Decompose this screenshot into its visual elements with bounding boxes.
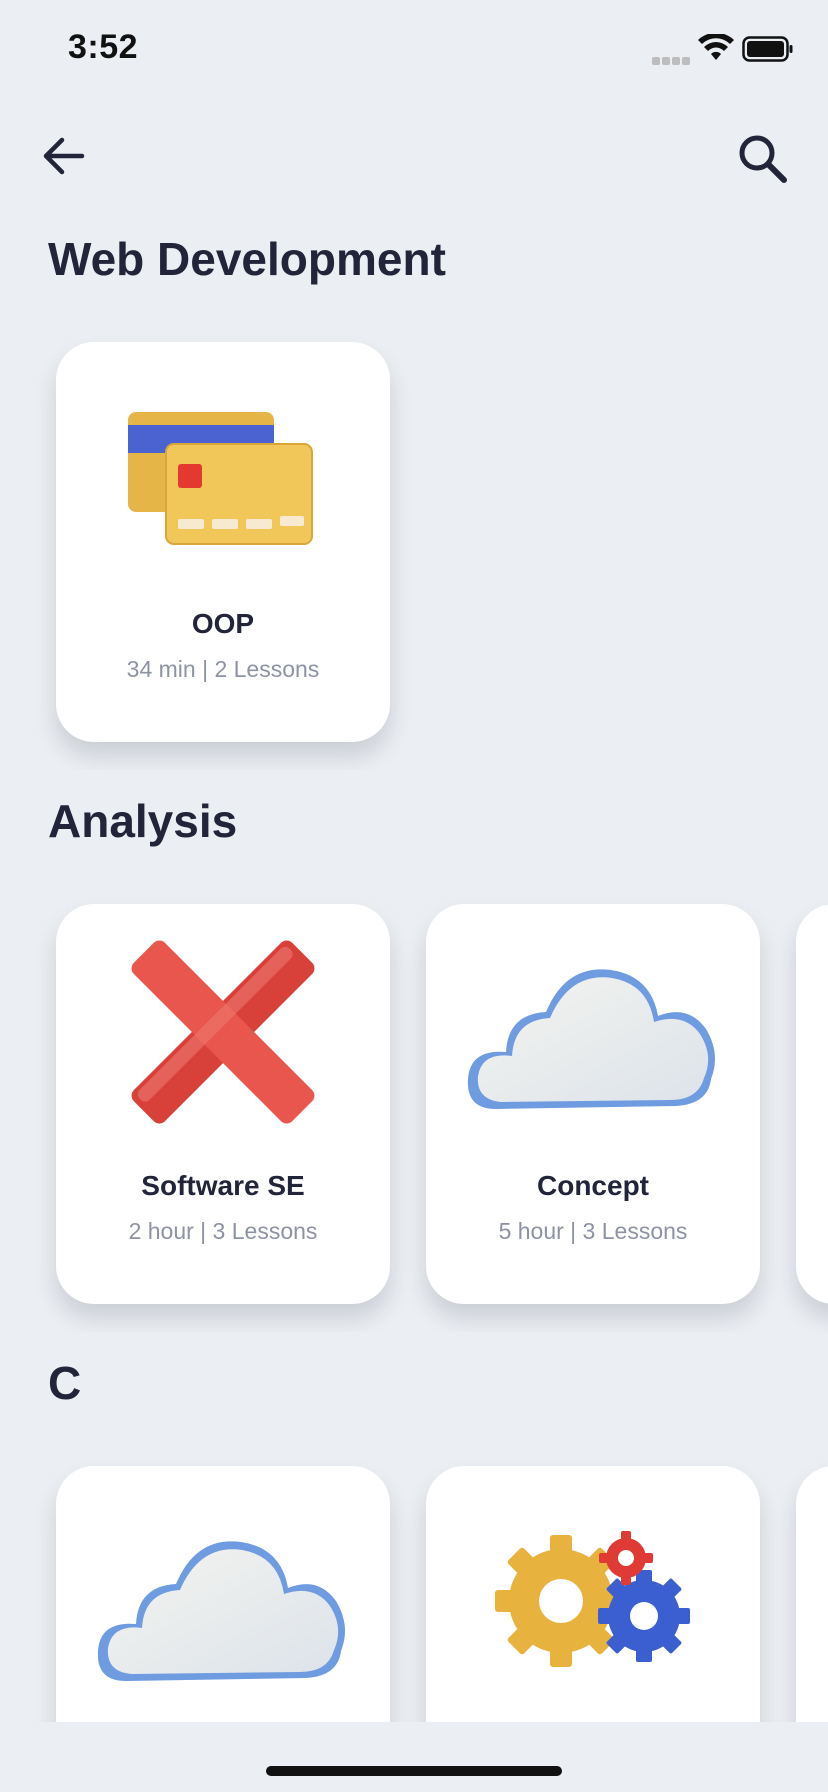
- course-card-software-se[interactable]: Software SE 2 hour | 3 Lessons: [56, 904, 390, 1304]
- course-row-analysis[interactable]: Software SE 2 hour | 3 Lessons Concept 5…: [0, 892, 828, 1332]
- course-meta: 34 min | 2 Lessons: [126, 656, 320, 682]
- home-indicator[interactable]: [266, 1766, 562, 1776]
- battery-icon: [742, 36, 793, 62]
- section-title-web-development: Web Development: [48, 233, 446, 285]
- section-title-c: C: [48, 1357, 82, 1409]
- course-card-cloud[interactable]: [56, 1466, 390, 1722]
- signal-icon: [652, 52, 692, 65]
- course-card-partial[interactable]: [796, 1466, 828, 1722]
- course-card-concept[interactable]: Concept 5 hour | 3 Lessons: [426, 904, 760, 1304]
- course-meta: 2 hour | 3 Lessons: [128, 1218, 318, 1244]
- course-row-c[interactable]: [0, 1454, 828, 1722]
- status-time: 3:52: [68, 28, 139, 66]
- course-title: Concept: [537, 1170, 649, 1201]
- section-title-analysis: Analysis: [48, 795, 238, 847]
- course-card-oop[interactable]: OOP 34 min | 2 Lessons: [56, 342, 390, 742]
- wifi-icon: [698, 34, 734, 60]
- credit-cards-icon: [128, 412, 313, 545]
- status-bar: 3:52: [0, 0, 828, 100]
- red-x-icon: [131, 940, 315, 1124]
- gears-icon: [495, 1531, 690, 1667]
- course-card-gears[interactable]: [426, 1466, 760, 1722]
- arrow-left-icon[interactable]: [40, 132, 88, 180]
- course-row-web-development[interactable]: OOP 34 min | 2 Lessons: [0, 330, 828, 770]
- course-card-partial[interactable]: [796, 904, 828, 1304]
- cloud-icon: [467, 969, 715, 1109]
- course-title: OOP: [191, 608, 255, 639]
- course-meta: 5 hour | 3 Lessons: [498, 1218, 688, 1244]
- search-icon[interactable]: [736, 132, 788, 184]
- course-title: Software SE: [141, 1170, 305, 1201]
- cloud-icon: [97, 1541, 345, 1681]
